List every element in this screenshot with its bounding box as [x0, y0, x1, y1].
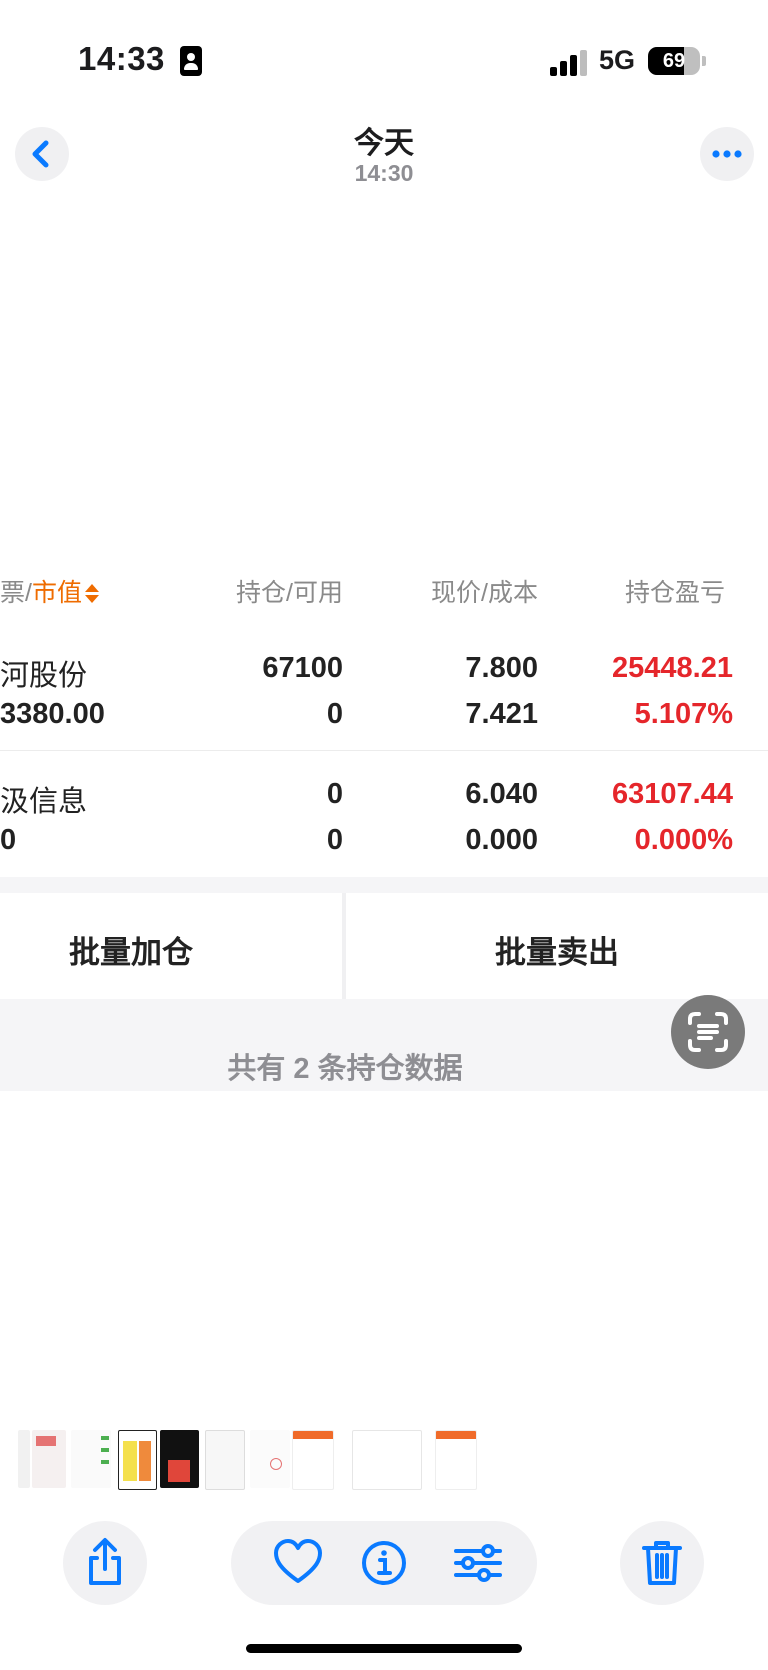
contact-card-icon [180, 46, 202, 76]
sort-icon [84, 582, 100, 606]
available-qty: 0 [326, 824, 343, 856]
battery-tip [702, 56, 706, 66]
thumbnail[interactable] [18, 1430, 30, 1488]
heart-icon [274, 1539, 322, 1583]
share-icon [89, 1538, 121, 1585]
adjust-button[interactable] [436, 1521, 520, 1605]
stock-name: 河股份 [0, 660, 88, 692]
market-value: 3380.00 [0, 698, 105, 730]
home-indicator [246, 1644, 522, 1653]
battery-icon: 69 [648, 47, 700, 75]
more-button[interactable] [700, 127, 754, 181]
pnl-percent: 5.107% [634, 698, 733, 730]
cost-price: 7.421 [465, 698, 538, 730]
thumbnail[interactable] [250, 1430, 290, 1488]
thumbnail[interactable] [71, 1430, 111, 1488]
cost-price: 0.000 [465, 824, 538, 856]
text-scan-icon [688, 1012, 728, 1052]
live-text-button[interactable] [671, 995, 745, 1069]
thumbnail-selected[interactable] [352, 1430, 422, 1490]
trash-icon [642, 1541, 682, 1585]
current-price: 6.040 [465, 778, 538, 810]
market-value: 0 [0, 824, 17, 856]
ellipsis-icon [712, 150, 742, 158]
pnl-percent: 0.000% [634, 824, 733, 856]
table-row[interactable]: 河股份 3380.00 67100 0 7.800 7.421 25448.21… [0, 640, 768, 750]
header-pnl: 持仓盈亏 [625, 579, 726, 607]
favorite-button[interactable] [256, 1521, 340, 1605]
row-divider [0, 750, 768, 751]
header-price-cost: 现价/成本 [431, 579, 538, 607]
sliders-icon [454, 1544, 502, 1582]
batch-sell-label: 批量卖出 [495, 935, 619, 970]
nav-title: 今天 [354, 127, 414, 160]
batch-add-button[interactable]: 批量加仓 [0, 893, 342, 999]
thumbnail[interactable] [292, 1430, 334, 1490]
holding-qty: 67100 [262, 652, 343, 684]
delete-button[interactable] [620, 1521, 704, 1605]
holdings-count: 共有 2 条持仓数据 [227, 1053, 463, 1085]
holding-qty: 0 [326, 778, 343, 810]
thumbnail[interactable] [118, 1430, 157, 1490]
info-icon [362, 1541, 406, 1585]
cellular-signal-icon [550, 50, 588, 76]
batch-add-label: 批量加仓 [69, 935, 193, 970]
status-time: 14:33 [78, 40, 165, 77]
position-pnl: 25448.21 [612, 652, 733, 684]
header-market-value[interactable]: 票/市值 [0, 573, 100, 609]
share-button[interactable] [63, 1521, 147, 1605]
network-type: 5G [599, 45, 636, 75]
thumbnail[interactable] [435, 1430, 477, 1490]
thumbnail[interactable] [160, 1430, 199, 1488]
header-market-value-label: 市值 [31, 579, 82, 607]
stock-name: 汲信息 [0, 786, 88, 818]
section-gap [0, 877, 768, 893]
battery-level: 69 [662, 50, 686, 72]
header-stock-label: 票/ [0, 579, 32, 607]
thumbnail[interactable] [32, 1430, 66, 1488]
header-hold-avail: 持仓/可用 [236, 579, 343, 607]
position-pnl: 63107.44 [612, 778, 733, 810]
table-row[interactable]: 汲信息 0 0 0 6.040 0.000 63107.44 0.000% [0, 766, 768, 876]
available-qty: 0 [326, 698, 343, 730]
nav-subtitle: 14:30 [354, 160, 414, 186]
current-price: 7.800 [465, 652, 538, 684]
thumbnail[interactable] [205, 1430, 245, 1490]
batch-sell-button[interactable]: 批量卖出 [346, 893, 768, 999]
info-button[interactable] [342, 1521, 426, 1605]
